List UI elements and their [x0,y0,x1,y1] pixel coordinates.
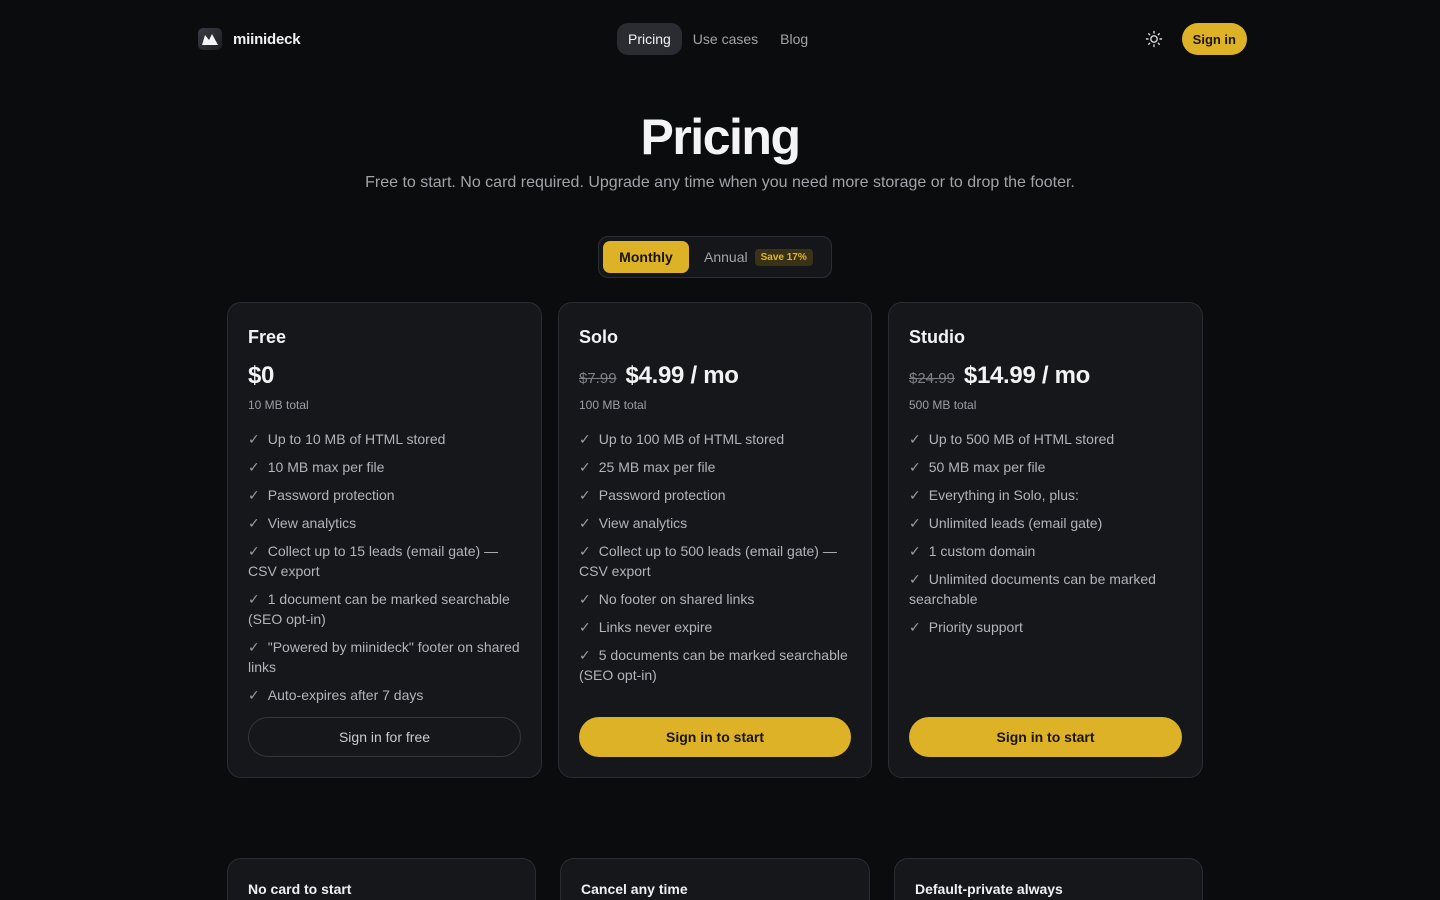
plan-storage: 500 MB total [909,398,977,412]
plan-storage: 100 MB total [579,398,647,412]
check-icon: ✓ [909,543,921,559]
brand-name: miinideck [233,30,301,48]
feature-list: ✓ Up to 100 MB of HTML stored ✓ 25 MB max … [579,429,851,685]
plan-name: Free [248,327,287,347]
save-badge: Save 17% [754,248,813,266]
pricing-page: miinideck Pricing Use cases Blog Sign in… [0,0,1440,900]
feature-item: ✓ 50 MB max per file [909,459,1046,475]
nav-item-use-cases[interactable]: Use cases [682,23,769,55]
page-subtitle: Free to start. No card required. Upgrade… [365,174,1075,191]
info-card-title: Cancel any time [581,881,688,897]
old-price: $7.99 [579,370,617,387]
check-icon: ✓ [579,591,591,607]
feature-list: ✓ Up to 500 MB of HTML stored ✓ 50 MB max … [909,429,1182,637]
feature-list: ✓ Up to 10 MB of HTML stored ✓ 10 MB max p… [248,429,521,705]
feature-item: ✓ 25 MB max per file [579,459,716,475]
feature-item: ✓ "Powered by miinideck" footer on shared… [248,639,520,675]
info-card-private: Default-private always [894,858,1203,900]
check-icon: ✓ [909,431,921,447]
check-icon: ✓ [248,459,260,475]
feature-item: ✓ Collect up to 500 leads (email gate) — … [579,543,837,579]
info-card-cancel: Cancel any time [560,858,870,900]
check-icon: ✓ [579,459,591,475]
feature-item: ✓ Up to 100 MB of HTML stored [579,431,785,447]
check-icon: ✓ [579,619,591,635]
check-icon: ✓ [579,487,591,503]
feature-item: ✓ Collect up to 15 leads (email gate) — C… [248,543,499,579]
sign-in-button[interactable]: Sign in [1181,23,1247,55]
check-icon: ✓ [248,639,260,655]
price-row: $7.99 $4.99 / mo [579,362,851,390]
feature-item: ✓ Password protection [248,487,395,503]
check-icon: ✓ [248,591,260,607]
page-title: Pricing [640,109,801,165]
plan-price: $14.99 / mo [963,362,1091,389]
miinideck-logo-icon [198,28,222,50]
feature-item: ✓ Up to 10 MB of HTML stored [248,431,446,447]
plan-storage: 10 MB total [248,398,309,412]
nav-item-pricing[interactable]: Pricing [617,23,682,55]
plan-card-solo: Solo $7.99 $4.99 / mo 100 MB total ✓ Up t… [558,302,872,778]
feature-item: ✓ 10 MB max per file [248,459,385,475]
price-row: $0 [248,362,521,390]
feature-item: ✓ View analytics [579,515,688,531]
theme-toggle-button[interactable] [1140,25,1168,53]
check-icon: ✓ [909,571,921,587]
check-icon: ✓ [248,515,260,531]
old-price: $24.99 [909,370,955,387]
sun-icon [1145,30,1162,48]
info-card-title: No card to start [248,881,352,897]
check-icon: ✓ [909,619,921,635]
billing-period-toggle: Monthly Annual Save 17% [598,236,832,278]
check-icon: ✓ [579,647,591,663]
sign-in-free-button[interactable]: Sign in for free [248,717,521,757]
feature-item: ✓ Auto-expires after 7 days [248,687,424,703]
plan-price: $4.99 / mo [625,362,739,389]
feature-item: ✓ Up to 500 MB of HTML stored [909,431,1115,447]
feature-item: ✓ Links never expire [579,619,713,635]
check-icon: ✓ [579,543,591,559]
plan-card-free: Free $0 10 MB total ✓ Up to 10 MB of HTML… [227,302,542,778]
feature-item: ✓ No footer on shared links [579,591,755,607]
check-icon: ✓ [248,487,260,503]
feature-item: ✓ Everything in Solo, plus: [909,487,1079,503]
top-navbar: miinideck Pricing Use cases Blog Sign in [198,22,1247,56]
info-card-title: Default-private always [915,881,1063,897]
feature-item: ✓ Priority support [909,619,1023,635]
nav-item-blog[interactable]: Blog [769,23,819,55]
feature-item: ✓ 5 documents can be marked searchable (S… [579,647,848,683]
check-icon: ✓ [579,431,591,447]
check-icon: ✓ [248,543,260,559]
check-icon: ✓ [909,515,921,531]
sign-in-solo-button[interactable]: Sign in to start [579,717,851,757]
plan-name: Solo [579,327,618,347]
plan-price: $0 [248,362,275,389]
feature-item: ✓ 1 custom domain [909,543,1036,559]
check-icon: ✓ [909,487,921,503]
toggle-annual-label: Annual [704,249,748,265]
toggle-monthly[interactable]: Monthly [603,241,689,273]
plan-name: Studio [909,327,965,347]
info-card-no-card: No card to start [227,858,536,900]
feature-item: ✓ Unlimited documents can be marked searc… [909,571,1156,607]
price-row: $24.99 $14.99 / mo [909,362,1182,390]
brand[interactable]: miinideck [198,28,301,50]
check-icon: ✓ [579,515,591,531]
feature-item: ✓ View analytics [248,515,357,531]
feature-item: ✓ Password protection [579,487,726,503]
check-icon: ✓ [248,687,260,703]
sign-in-studio-button[interactable]: Sign in to start [909,717,1182,757]
toggle-annual[interactable]: Annual Save 17% [704,248,813,266]
feature-item: ✓ 1 document can be marked searchable (SE… [248,591,510,627]
plan-card-studio: Studio $24.99 $14.99 / mo 500 MB total ✓… [888,302,1203,778]
check-icon: ✓ [909,459,921,475]
main-nav: Pricing Use cases Blog [617,23,819,55]
check-icon: ✓ [248,431,260,447]
feature-item: ✓ Unlimited leads (email gate) [909,515,1103,531]
header-actions: Sign in [1140,23,1247,55]
